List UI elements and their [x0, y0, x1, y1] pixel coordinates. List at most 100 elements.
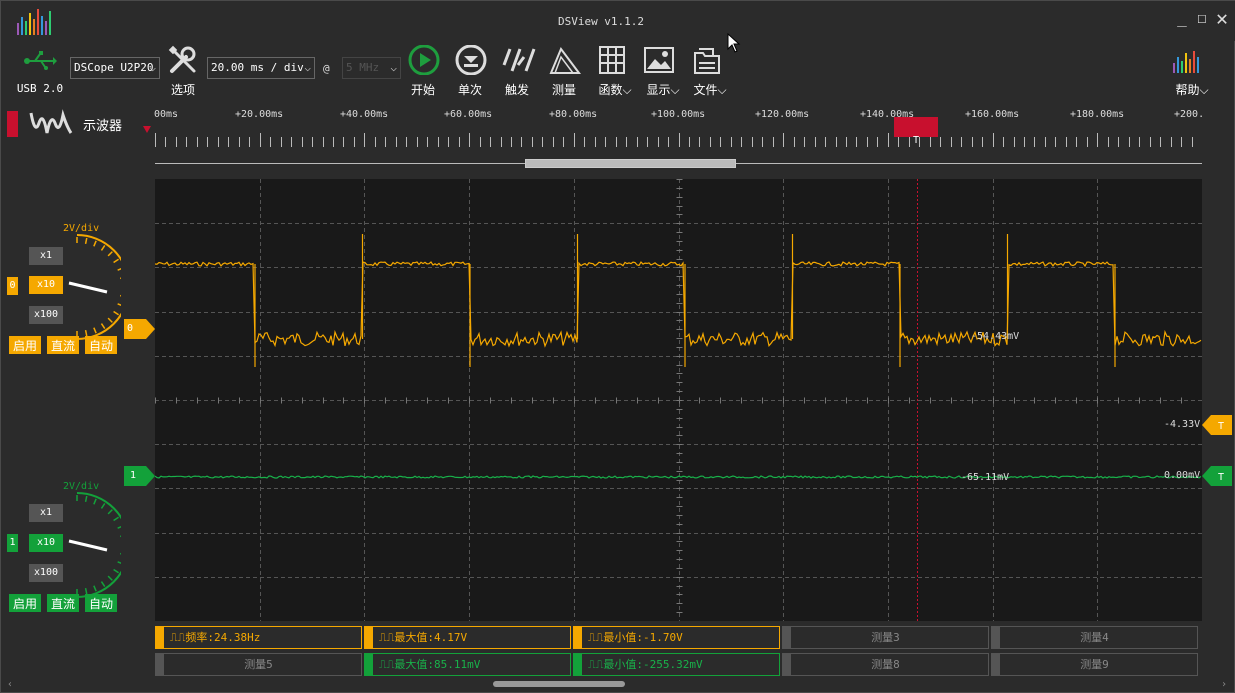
frequency-measure-text: 频率:24.38Hz — [185, 631, 261, 644]
measure-2-slot[interactable]: ⎍⎍最小值:-1.70V — [573, 626, 780, 649]
window-title: DSView v1.1.2 — [557, 15, 645, 28]
ch1-probe-x10-button[interactable]: x10 — [29, 534, 63, 552]
measure-6-slot[interactable]: ⎍⎍最大值:85.11mV — [364, 653, 571, 676]
measure-1-value: ⎍⎍最大值:4.17V — [379, 631, 468, 644]
single-button[interactable]: 单次 — [450, 81, 490, 98]
start-button[interactable]: 开始 — [403, 81, 443, 98]
measure-4-slot[interactable]: 测量4 — [991, 626, 1198, 649]
measure-6-value: ⎍⎍最大值:85.11mV — [379, 658, 481, 671]
file-icon[interactable] — [689, 45, 725, 75]
timeline-tick-label: +60.00ms — [444, 109, 493, 120]
measure-3-slot[interactable]: 测量3 — [782, 626, 989, 649]
dial-tick — [120, 535, 121, 538]
measure-button[interactable]: 测量 — [544, 81, 584, 98]
dial-tick — [100, 323, 106, 329]
dial-tick — [117, 561, 121, 565]
waveform-display[interactable] — [154, 119, 1203, 622]
play-icon[interactable] — [405, 45, 441, 75]
dial-tick — [100, 581, 106, 587]
single-capture-icon[interactable] — [452, 45, 488, 75]
ch0-trigger-level-readout: -4.33V — [1164, 419, 1201, 430]
samplerate-value: 5 MHz — [346, 61, 380, 74]
oscilloscope-wave-icon[interactable] — [29, 109, 75, 137]
measure-9-slot[interactable]: 测量9 — [991, 653, 1198, 676]
math-label: 函数 — [598, 83, 623, 97]
ch1-auto-button[interactable]: 自动 — [85, 594, 117, 612]
device-select[interactable]: DSCope U2P20 ⌵ — [70, 57, 160, 79]
usb-icon[interactable] — [23, 49, 57, 73]
dial-tick — [113, 568, 119, 574]
dial-tick — [120, 552, 121, 555]
mode-label[interactable]: 示波器 — [83, 115, 122, 134]
help-button[interactable]: 帮助⌵ — [1167, 81, 1217, 98]
trigger-marker-label: T — [912, 135, 920, 146]
usb-label: USB 2.0 — [16, 82, 64, 95]
ch1-coupling-button[interactable]: 直流 — [47, 594, 79, 612]
measure-5-slot[interactable]: 测量5 — [155, 653, 362, 676]
ch1-offset-marker[interactable] — [124, 466, 156, 486]
ch0-index-badge: 0 — [7, 277, 18, 295]
scroll-right-icon[interactable]: › — [1221, 679, 1227, 690]
dial-tick — [107, 251, 113, 257]
measure-0-slot[interactable]: ⎍⎍频率:24.38Hz — [155, 626, 362, 649]
ch1-enable-button[interactable]: 启用 — [9, 594, 41, 612]
wrench-screwdriver-icon[interactable] — [166, 45, 202, 75]
timeline-tick-label: +160.00ms — [965, 109, 1020, 120]
measure-1-color-bar — [365, 627, 373, 648]
measure-8-slot[interactable]: 测量8 — [782, 653, 989, 676]
measure-7-value: ⎍⎍最小值:-255.32mV — [588, 658, 703, 671]
measure-2-color-bar — [574, 627, 582, 648]
mode-color-indicator — [7, 111, 18, 137]
ch1-trigger-level-marker[interactable]: T — [1202, 466, 1232, 486]
dial-tick — [117, 267, 121, 271]
measure-7-color-bar — [574, 654, 582, 675]
ch0-cursor-readout: -54.43mV — [971, 331, 1020, 342]
timeline-tick-label: 00ms — [154, 109, 179, 120]
dial-tick — [107, 317, 113, 323]
timebase-value: 20.00 ms / div — [211, 61, 304, 74]
ch1-probe-x1-button[interactable]: x1 — [29, 504, 63, 522]
help-logo-icon[interactable] — [1171, 49, 1205, 75]
mouse-cursor-icon — [727, 33, 741, 53]
samplerate-select[interactable]: 5 MHz ⌵ — [342, 57, 401, 79]
scroll-left-icon[interactable]: ‹ — [7, 679, 13, 690]
trigger-position-marker[interactable] — [894, 117, 938, 137]
ch0-coupling-button[interactable]: 直流 — [47, 336, 79, 354]
timeline-tick-label: +40.00ms — [340, 109, 389, 120]
ch0-probe-x1-button[interactable]: x1 — [29, 247, 63, 265]
ch1-trigger-level-readout: 0.00mV — [1164, 470, 1201, 481]
measure-1-slot[interactable]: ⎍⎍最大值:4.17V — [364, 626, 571, 649]
ch1-probe-x100-button[interactable]: x100 — [29, 564, 63, 582]
view-range-scrollbar[interactable] — [525, 159, 736, 168]
ch0-auto-button[interactable]: 自动 — [85, 336, 117, 354]
trigger-button[interactable]: 触发 — [497, 81, 537, 98]
ch0-enable-button[interactable]: 启用 — [9, 336, 41, 354]
min-measure-text: 最小值:-1.70V — [603, 631, 683, 644]
title-bar: DSView v1.1.2 _ ☐ ✕ — [1, 1, 1235, 41]
dial-tick — [107, 509, 113, 515]
minimize-button[interactable]: _ — [1173, 9, 1191, 27]
measure-4-label: 测量4 — [1080, 631, 1109, 644]
app-window: DSView v1.1.2 _ ☐ ✕ USB 2.0 DSCope U2P20… — [0, 0, 1235, 693]
scroll-thumb[interactable] — [493, 681, 625, 687]
display-icon[interactable] — [641, 45, 677, 75]
horizontal-scrollbar[interactable]: ‹ › — [3, 679, 1233, 691]
options-button[interactable]: 选项 — [163, 81, 203, 98]
chevron-down-icon: ⌵ — [304, 61, 311, 74]
measure-icon[interactable] — [547, 45, 583, 75]
dial-tick — [84, 495, 88, 502]
measure-7-slot[interactable]: ⎍⎍最小值:-255.32mV — [573, 653, 780, 676]
close-button[interactable]: ✕ — [1213, 8, 1231, 28]
display-button[interactable]: 显示⌵ — [643, 81, 683, 98]
ch1-offset-marker-label: 1 — [130, 470, 137, 481]
ch0-probe-x10-button[interactable]: x10 — [29, 276, 63, 294]
maximize-button[interactable]: ☐ — [1193, 9, 1211, 27]
math-function-icon[interactable] — [594, 45, 630, 75]
ch0-trigger-level-marker[interactable]: T — [1202, 415, 1232, 435]
math-button[interactable]: 函数⌵ — [595, 81, 635, 98]
timebase-select[interactable]: 20.00 ms / div ⌵ — [207, 57, 315, 79]
trigger-icon[interactable] — [500, 45, 536, 75]
file-button[interactable]: 文件⌵ — [690, 81, 730, 98]
ch0-probe-x100-button[interactable]: x100 — [29, 306, 63, 324]
timeline-left-marker-icon — [143, 126, 151, 133]
